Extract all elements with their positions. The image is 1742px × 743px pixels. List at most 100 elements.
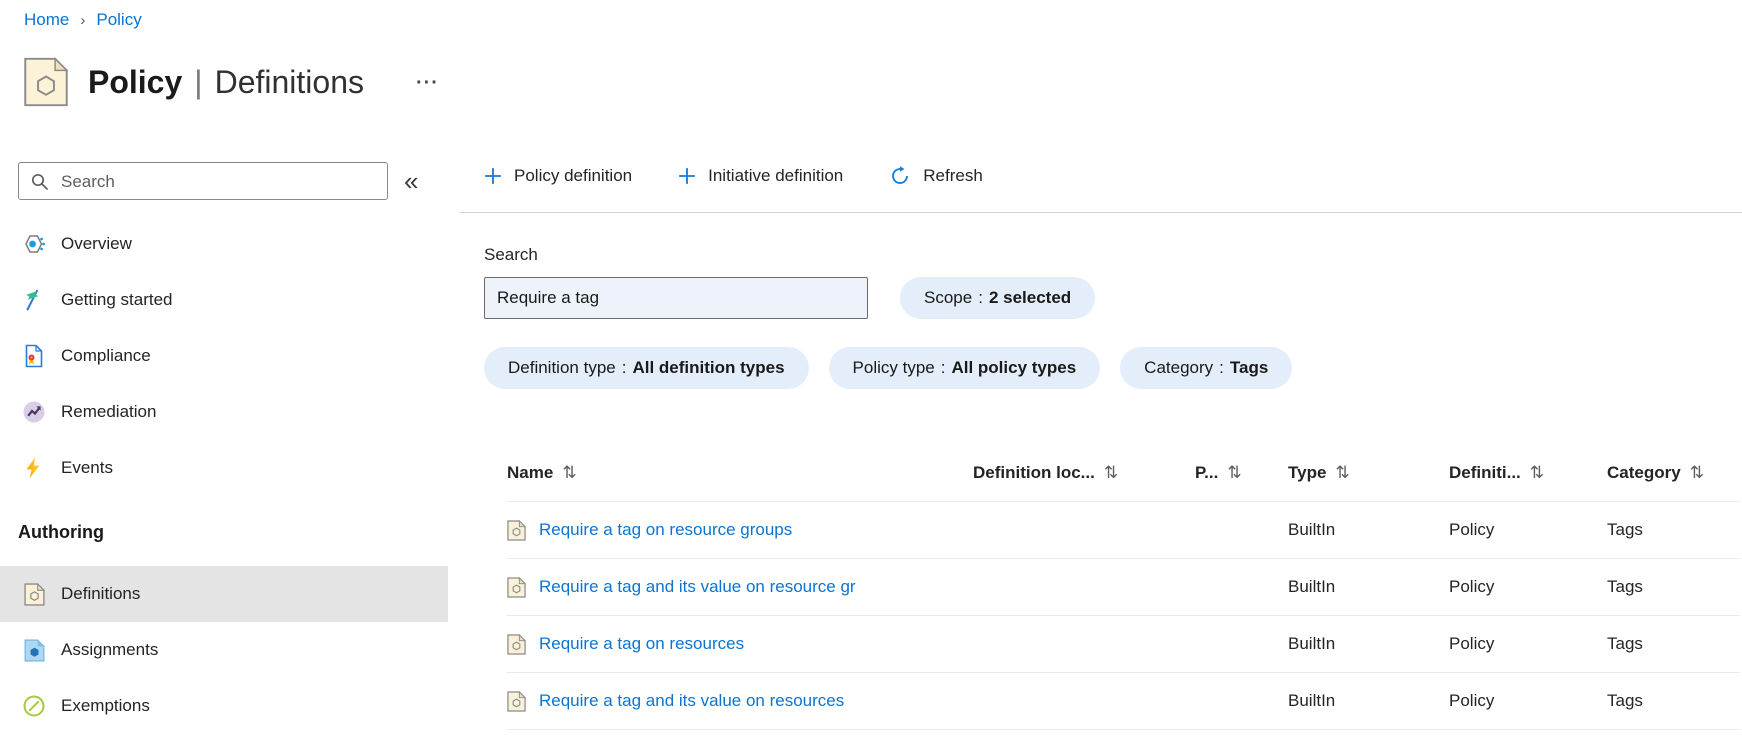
table-row: Require a tag and its value on resources… (507, 672, 1740, 730)
category-cell: Tags (1607, 520, 1643, 539)
sidebar-item-overview[interactable]: Overview (0, 216, 448, 272)
breadcrumb-separator-icon: › (80, 11, 86, 29)
pill-separator: : (940, 358, 946, 377)
sort-icon: ⇅ (562, 462, 577, 483)
type-cell: BuiltIn (1288, 577, 1336, 596)
column-header[interactable]: Definition loc... ⇅ (973, 463, 1195, 483)
filter-row-2: Definition type: All definition types Pol… (484, 347, 1742, 389)
policy-name-link[interactable]: Require a tag and its value on resources (539, 691, 844, 711)
policy-definition-icon (507, 519, 526, 541)
sidebar-item-getting-started[interactable]: Getting started (0, 272, 448, 328)
sort-icon: ⇅ (1689, 462, 1704, 483)
pill-name: Scope (924, 288, 973, 307)
name-cell: Require a tag on resources (507, 633, 973, 655)
refresh-label: Refresh (923, 166, 983, 185)
refresh-button[interactable]: Refresh (889, 165, 983, 187)
sidebar-nav: Overview Getting started Compliance Reme… (0, 216, 448, 496)
sidebar-item-label: Assignments (61, 640, 159, 659)
sidebar-item-events[interactable]: Events (0, 440, 448, 496)
policy-name-link[interactable]: Require a tag on resource groups (539, 520, 792, 540)
overview-icon (22, 232, 46, 256)
sidebar-collapse-button[interactable]: « (404, 168, 418, 194)
page-title-secondary: Definitions (214, 63, 364, 100)
breadcrumb: Home › Policy (24, 10, 142, 30)
policy-page-icon (24, 57, 68, 107)
pill-value: All policy types (951, 358, 1077, 377)
type-cell: BuiltIn (1288, 691, 1336, 710)
compliance-icon (22, 344, 46, 368)
definition-search-input[interactable] (484, 277, 868, 319)
command-bar: Policy definition Initiative definition … (460, 140, 1742, 213)
policy-definition-label: Policy definition (514, 166, 633, 185)
sidebar-item-remediation[interactable]: Remediation (0, 384, 448, 440)
sidebar-item-compliance[interactable]: Compliance (0, 328, 448, 384)
scope-filter-pill[interactable]: Scope:2 selected (900, 277, 1096, 319)
pill-name: Policy type (852, 358, 935, 377)
sort-icon: ⇅ (1529, 462, 1545, 483)
pill-separator: : (621, 358, 627, 377)
initiative-definition-label: Initiative definition (708, 166, 844, 185)
sidebar-item-label: Getting started (61, 290, 173, 309)
table-body: Require a tag on resource groups BuiltIn… (507, 501, 1740, 730)
column-header[interactable]: Type ⇅ (1288, 463, 1449, 483)
pill-separator: : (1219, 358, 1224, 377)
pill-value: 2 selected (988, 288, 1072, 307)
sidebar-item-label: Definitions (61, 584, 141, 603)
table-row: Require a tag on resources BuiltIn Polic… (507, 615, 1740, 672)
sort-icon: ⇅ (1103, 462, 1119, 483)
definition-type-cell: Policy (1449, 691, 1495, 710)
sidebar-item-label: Events (61, 458, 113, 477)
more-options-button[interactable]: ··· (410, 71, 445, 96)
plus-icon (678, 167, 696, 185)
definition-type-cell: Policy (1449, 577, 1495, 596)
sidebar-item-exemptions[interactable]: Exemptions (0, 678, 448, 734)
sidebar-item-label: Exemptions (61, 696, 150, 715)
type-cell: BuiltIn (1288, 634, 1336, 653)
sidebar-search-input[interactable] (59, 163, 373, 201)
events-icon (22, 456, 46, 480)
category-cell: Tags (1607, 634, 1643, 653)
name-cell: Require a tag and its value on resource … (507, 576, 973, 598)
remediation-icon (22, 400, 46, 424)
page-title: Policy | Definitions (88, 64, 364, 101)
plus-icon (484, 167, 502, 185)
main-content: Policy definition Initiative definition … (460, 140, 1742, 730)
sidebar-search-box[interactable] (18, 162, 388, 201)
sidebar-section-authoring: Authoring (18, 521, 104, 542)
page-title-separator: | (194, 63, 203, 100)
sidebar-item-assignments[interactable]: Assignments (0, 622, 448, 678)
breadcrumb-policy-link[interactable]: Policy (96, 10, 141, 30)
sidebar-item-definitions[interactable]: Definitions (0, 566, 448, 622)
pill-value: Tags (1229, 358, 1269, 377)
sidebar-item-label: Remediation (61, 402, 157, 421)
breadcrumb-home-link[interactable]: Home (24, 10, 69, 30)
sidebar-item-label: Overview (61, 234, 132, 253)
policy-definition-button[interactable]: Policy definition (484, 166, 632, 186)
initiative-definition-button[interactable]: Initiative definition (678, 166, 843, 186)
pill-separator: : (978, 288, 983, 307)
pill-value: All definition types (632, 358, 785, 377)
filter-pill[interactable]: Category: Tags (1120, 347, 1293, 389)
column-header-label: Definition loc... (973, 462, 1095, 482)
policy-name-link[interactable]: Require a tag and its value on resource … (539, 577, 856, 597)
table-row: Require a tag and its value on resource … (507, 558, 1740, 615)
page-title-primary: Policy (88, 63, 183, 100)
column-header[interactable]: Name ⇅ (507, 463, 973, 483)
filter-pill[interactable]: Policy type: All policy types (828, 347, 1101, 389)
policy-definition-icon (507, 576, 526, 598)
column-header-label: P... (1195, 462, 1219, 482)
name-cell: Require a tag and its value on resources (507, 690, 973, 712)
table-row: Require a tag on resource groups BuiltIn… (507, 501, 1740, 558)
category-cell: Tags (1607, 577, 1643, 596)
sidebar-search-row: « (0, 162, 448, 201)
column-header-label: Type (1288, 462, 1327, 482)
column-header[interactable]: Category ⇅ (1607, 463, 1740, 483)
exemptions-icon (22, 694, 46, 718)
definition-type-cell: Policy (1449, 520, 1495, 539)
refresh-icon (889, 165, 911, 187)
policy-name-link[interactable]: Require a tag on resources (539, 634, 744, 654)
column-header[interactable]: P... ⇅ (1195, 463, 1288, 483)
column-header[interactable]: Definiti... ⇅ (1449, 463, 1607, 483)
filter-pill[interactable]: Definition type: All definition types (484, 347, 809, 389)
search-icon (30, 172, 50, 192)
